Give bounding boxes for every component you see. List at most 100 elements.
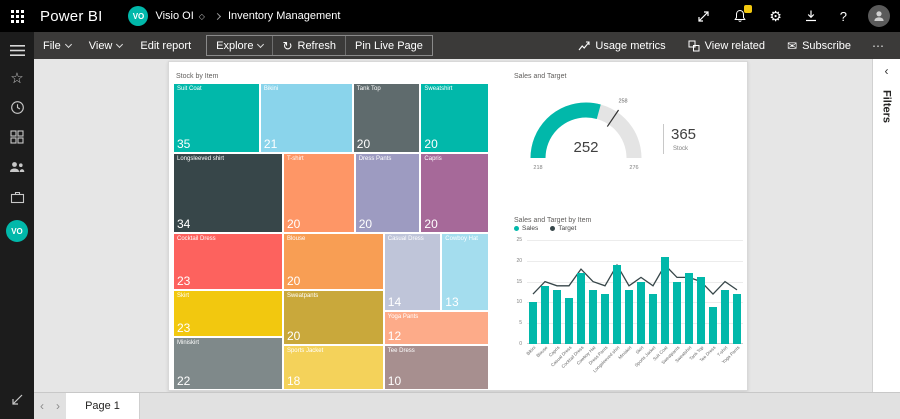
my-workspace-avatar[interactable]: VO bbox=[6, 220, 28, 242]
usage-metrics-chart-icon bbox=[578, 40, 590, 50]
filters-expand-chevron-icon[interactable]: ‹ bbox=[885, 59, 889, 78]
usage-metrics-button[interactable]: Usage metrics bbox=[569, 40, 674, 52]
page-navigation-bar: ‹ › Page 1 bbox=[34, 392, 900, 419]
overflow-menu-icon[interactable]: ⋯ bbox=[864, 39, 892, 53]
view-related-button[interactable]: View related bbox=[679, 40, 774, 52]
sales-legend-label: Sales bbox=[522, 225, 539, 232]
y-tick-label: 10 bbox=[516, 299, 522, 306]
treemap-tile-value: 23 bbox=[177, 273, 191, 288]
gauge-secondary-value: 365 bbox=[671, 126, 697, 143]
treemap-tile-label: Yoga Pants bbox=[387, 313, 419, 320]
menu-edit-report[interactable]: Edit report bbox=[131, 40, 200, 52]
treemap-tile[interactable]: Miniskirt 22 bbox=[173, 336, 283, 390]
explore-label: Explore bbox=[216, 39, 254, 52]
subscribe-button[interactable]: ✉ Subscribe bbox=[778, 40, 860, 52]
treemap-tile-value: 34 bbox=[177, 216, 191, 231]
notifications-bell-icon[interactable] bbox=[732, 5, 753, 24]
settings-gear-icon[interactable]: ⚙ bbox=[769, 9, 782, 23]
person-icon bbox=[874, 11, 884, 21]
treemap-tile[interactable]: Bikini 21 bbox=[259, 83, 353, 153]
target-line[interactable] bbox=[532, 263, 738, 296]
sales-bar[interactable] bbox=[661, 256, 669, 344]
sales-legend-dot bbox=[514, 226, 519, 231]
treemap-tile-value: 20 bbox=[286, 273, 301, 288]
sales-bar[interactable] bbox=[637, 281, 645, 344]
treemap-tile[interactable]: Cowboy Hat 13 bbox=[441, 232, 489, 311]
combo-chart-visual[interactable]: Sales and Target by Item Sales Target 05… bbox=[511, 214, 745, 388]
pin-live-page-button[interactable]: Pin Live Page bbox=[345, 36, 432, 55]
sales-bar[interactable] bbox=[733, 294, 741, 344]
subscribe-label: Subscribe bbox=[802, 39, 851, 52]
fullscreen-icon[interactable] bbox=[695, 8, 711, 24]
sales-bar[interactable] bbox=[541, 285, 549, 344]
apps-grid-icon[interactable] bbox=[8, 128, 26, 146]
treemap-tile-label: Capris bbox=[424, 155, 442, 162]
sales-bar[interactable] bbox=[709, 306, 717, 344]
treemap-tile[interactable]: Casual Dress 14 bbox=[383, 232, 442, 311]
nav-menu-icon[interactable] bbox=[8, 41, 26, 59]
treemap-tile-value: 14 bbox=[387, 294, 402, 309]
sales-bar[interactable] bbox=[601, 294, 609, 344]
sales-bar[interactable] bbox=[685, 273, 693, 344]
workspace-avatar-badge[interactable]: VO bbox=[128, 6, 149, 26]
sales-bar[interactable] bbox=[613, 265, 621, 344]
app-launcher-waffle-icon[interactable] bbox=[0, 0, 34, 32]
collapse-arrow-icon[interactable] bbox=[8, 391, 26, 409]
legend-item-target[interactable]: Target bbox=[550, 225, 576, 232]
treemap-tile[interactable]: Longsleeved shirt 34 bbox=[173, 152, 283, 233]
treemap-tile[interactable]: Yoga Pants 12 bbox=[383, 310, 489, 346]
powerbi-logo[interactable]: Power BI bbox=[40, 8, 102, 25]
sales-bar[interactable] bbox=[625, 289, 633, 344]
y-tick-label: 15 bbox=[516, 278, 522, 285]
sales-bar[interactable] bbox=[529, 302, 537, 344]
recent-clock-icon[interactable] bbox=[8, 98, 26, 116]
refresh-button[interactable]: ↻ Refresh bbox=[272, 36, 345, 55]
explore-button[interactable]: Explore bbox=[207, 36, 272, 55]
report-menu-bar: File View Edit report Explore ↻ Refresh P… bbox=[34, 32, 900, 59]
next-page-arrow-icon[interactable]: › bbox=[50, 399, 66, 413]
menu-file[interactable]: File bbox=[34, 40, 80, 52]
treemap-tile[interactable]: Dress Pants 20 bbox=[354, 152, 421, 233]
combo-y-axis: 0 5 10 15 20 25 bbox=[511, 237, 525, 347]
prev-page-arrow-icon[interactable]: ‹ bbox=[34, 399, 50, 413]
treemap-tile[interactable]: Sweatpants 20 bbox=[282, 289, 384, 346]
treemap-tile-value: 10 bbox=[387, 373, 402, 388]
sales-bar[interactable] bbox=[673, 281, 681, 344]
treemap-tile[interactable]: Cocktail Dress 23 bbox=[173, 232, 283, 290]
menu-view[interactable]: View bbox=[80, 40, 132, 52]
sales-bar[interactable] bbox=[649, 294, 657, 344]
treemap-tile[interactable]: Sports Jacket 18 bbox=[282, 345, 384, 390]
treemap-visual[interactable]: Stock by Item Suit Coat 35 Bikini 21 Tank To… bbox=[173, 70, 489, 390]
diagonal-arrow-icon bbox=[12, 394, 23, 405]
view-related-label: View related bbox=[704, 39, 766, 52]
breadcrumb-workspace[interactable]: Visio OI bbox=[155, 10, 193, 22]
shared-people-icon[interactable] bbox=[8, 158, 26, 176]
sales-bar[interactable] bbox=[697, 277, 705, 344]
treemap-tile[interactable]: Sweatshirt 20 bbox=[420, 83, 489, 153]
user-avatar[interactable] bbox=[868, 5, 890, 27]
help-icon[interactable]: ? bbox=[840, 10, 847, 23]
favorites-star-icon[interactable]: ☆ bbox=[10, 71, 23, 86]
treemap-tile-label: Bikini bbox=[263, 86, 279, 92]
sales-bar[interactable] bbox=[577, 273, 585, 344]
download-icon[interactable] bbox=[803, 8, 819, 24]
treemap-tile[interactable]: Tee Dress 10 bbox=[383, 345, 489, 390]
treemap-tile[interactable]: T-shirt 20 bbox=[282, 152, 355, 233]
legend-item-sales[interactable]: Sales bbox=[514, 225, 538, 232]
treemap-tile[interactable]: Capris 20 bbox=[420, 152, 489, 233]
workspaces-icon[interactable] bbox=[8, 188, 26, 206]
sales-bar[interactable] bbox=[565, 298, 573, 344]
treemap-tile[interactable]: Blouse 20 bbox=[282, 232, 384, 290]
page-tab-active[interactable]: Page 1 bbox=[66, 393, 140, 419]
gauge-visual[interactable]: Sales and Target 258 252 218 276 365 Sto… bbox=[511, 70, 745, 210]
waffle-icon bbox=[10, 9, 24, 23]
sales-bar[interactable] bbox=[589, 289, 597, 344]
treemap-tile[interactable]: Tank Top 20 bbox=[352, 83, 421, 153]
sales-bar[interactable] bbox=[721, 289, 729, 344]
treemap-tile[interactable]: Skirt 23 bbox=[173, 289, 283, 337]
treemap-tile[interactable]: Suit Coat 35 bbox=[173, 83, 260, 153]
sales-bar[interactable] bbox=[553, 289, 561, 344]
treemap-tile-label: Miniskirt bbox=[177, 339, 199, 346]
filters-pane-label[interactable]: Filters bbox=[881, 90, 893, 123]
filters-pane: ‹ Filters bbox=[872, 59, 900, 392]
